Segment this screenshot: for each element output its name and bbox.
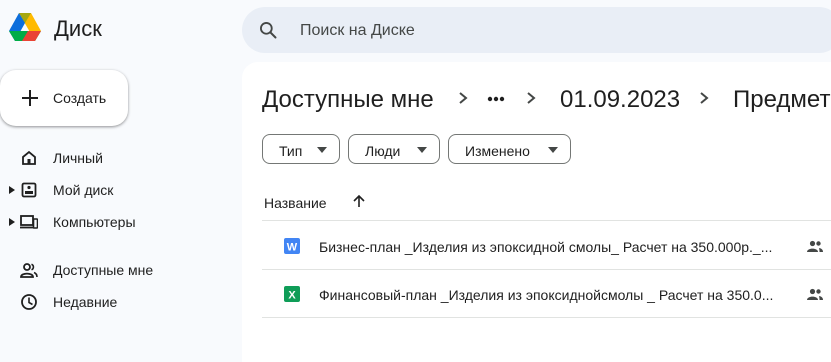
filter-chip-label: Люди [365,143,401,159]
clock-icon [21,294,37,310]
search-icon[interactable] [258,20,278,40]
filter-chip-label: Тип [279,143,303,159]
docx-file-icon: W [284,238,300,254]
sidebar-item-my-drive[interactable]: Мой диск [0,174,230,206]
file-name: Бизнес-план _Изделия из эпоксидной смолы… [319,239,773,255]
file-type-letter: X [288,290,296,302]
file-type-letter: W [287,242,298,254]
shared-people-icon [20,263,38,278]
sidebar-item-label: Мой диск [53,182,114,198]
breadcrumb-item[interactable]: 01.09.2023 [560,86,680,114]
table-row[interactable]: W Бизнес-план _Изделия из эпоксидной смо… [262,222,831,270]
create-button-label: Создать [53,90,107,106]
drive-logo-icon [9,13,41,41]
row-divider [262,317,831,318]
search-input[interactable] [298,19,702,43]
header-divider [262,220,831,221]
sidebar-item-label: Личный [53,150,103,166]
sidebar-item-label: Компьютеры [53,214,136,230]
sidebar-item-recent[interactable]: Недавние [0,286,230,318]
filter-chip-label: Изменено [465,143,530,159]
breadcrumb-current[interactable]: Предмет [733,86,830,114]
sidebar-item-shared-with-me[interactable]: Доступные мне [0,254,230,286]
plus-icon [22,90,38,106]
shared-people-icon [807,288,823,300]
create-button[interactable]: Создать [0,70,128,126]
filter-modified-chip[interactable]: Изменено [448,134,571,164]
drive-icon [21,182,37,198]
chevron-right-icon [527,92,536,104]
home-icon [22,150,36,165]
chevron-right-icon [700,92,709,104]
xlsx-file-icon: X [284,286,300,302]
sidebar-item-label: Доступные мне [53,262,154,278]
search-bar[interactable] [242,7,831,53]
sidebar-item-personal[interactable]: Личный [0,142,230,174]
filter-people-chip[interactable]: Люди [348,134,440,164]
dropdown-arrow-icon [417,147,427,153]
file-name: Финансовый-план _Изделия из эпоксиднойсм… [319,287,774,303]
filter-type-chip[interactable]: Тип [262,134,340,164]
computers-icon [20,215,38,229]
dropdown-arrow-icon [317,147,327,153]
dropdown-arrow-icon [548,147,558,153]
drive-logo[interactable] [8,10,42,44]
chevron-right-icon [459,92,468,104]
expand-caret-icon[interactable] [9,218,15,226]
sidebar-item-label: Недавние [53,294,118,310]
sort-ascending-icon[interactable] [351,193,367,209]
column-header-name[interactable]: Название [264,195,327,211]
sidebar-item-computers[interactable]: Компьютеры [0,206,230,238]
breadcrumb-item[interactable]: Доступные мне [262,86,434,114]
expand-caret-icon[interactable] [9,186,15,194]
more-horizontal-icon[interactable] [484,89,508,109]
shared-people-icon [807,240,823,252]
table-row[interactable]: X Финансовый-план _Изделия из эпоксидной… [262,270,831,318]
app-title: Диск [54,16,102,41]
